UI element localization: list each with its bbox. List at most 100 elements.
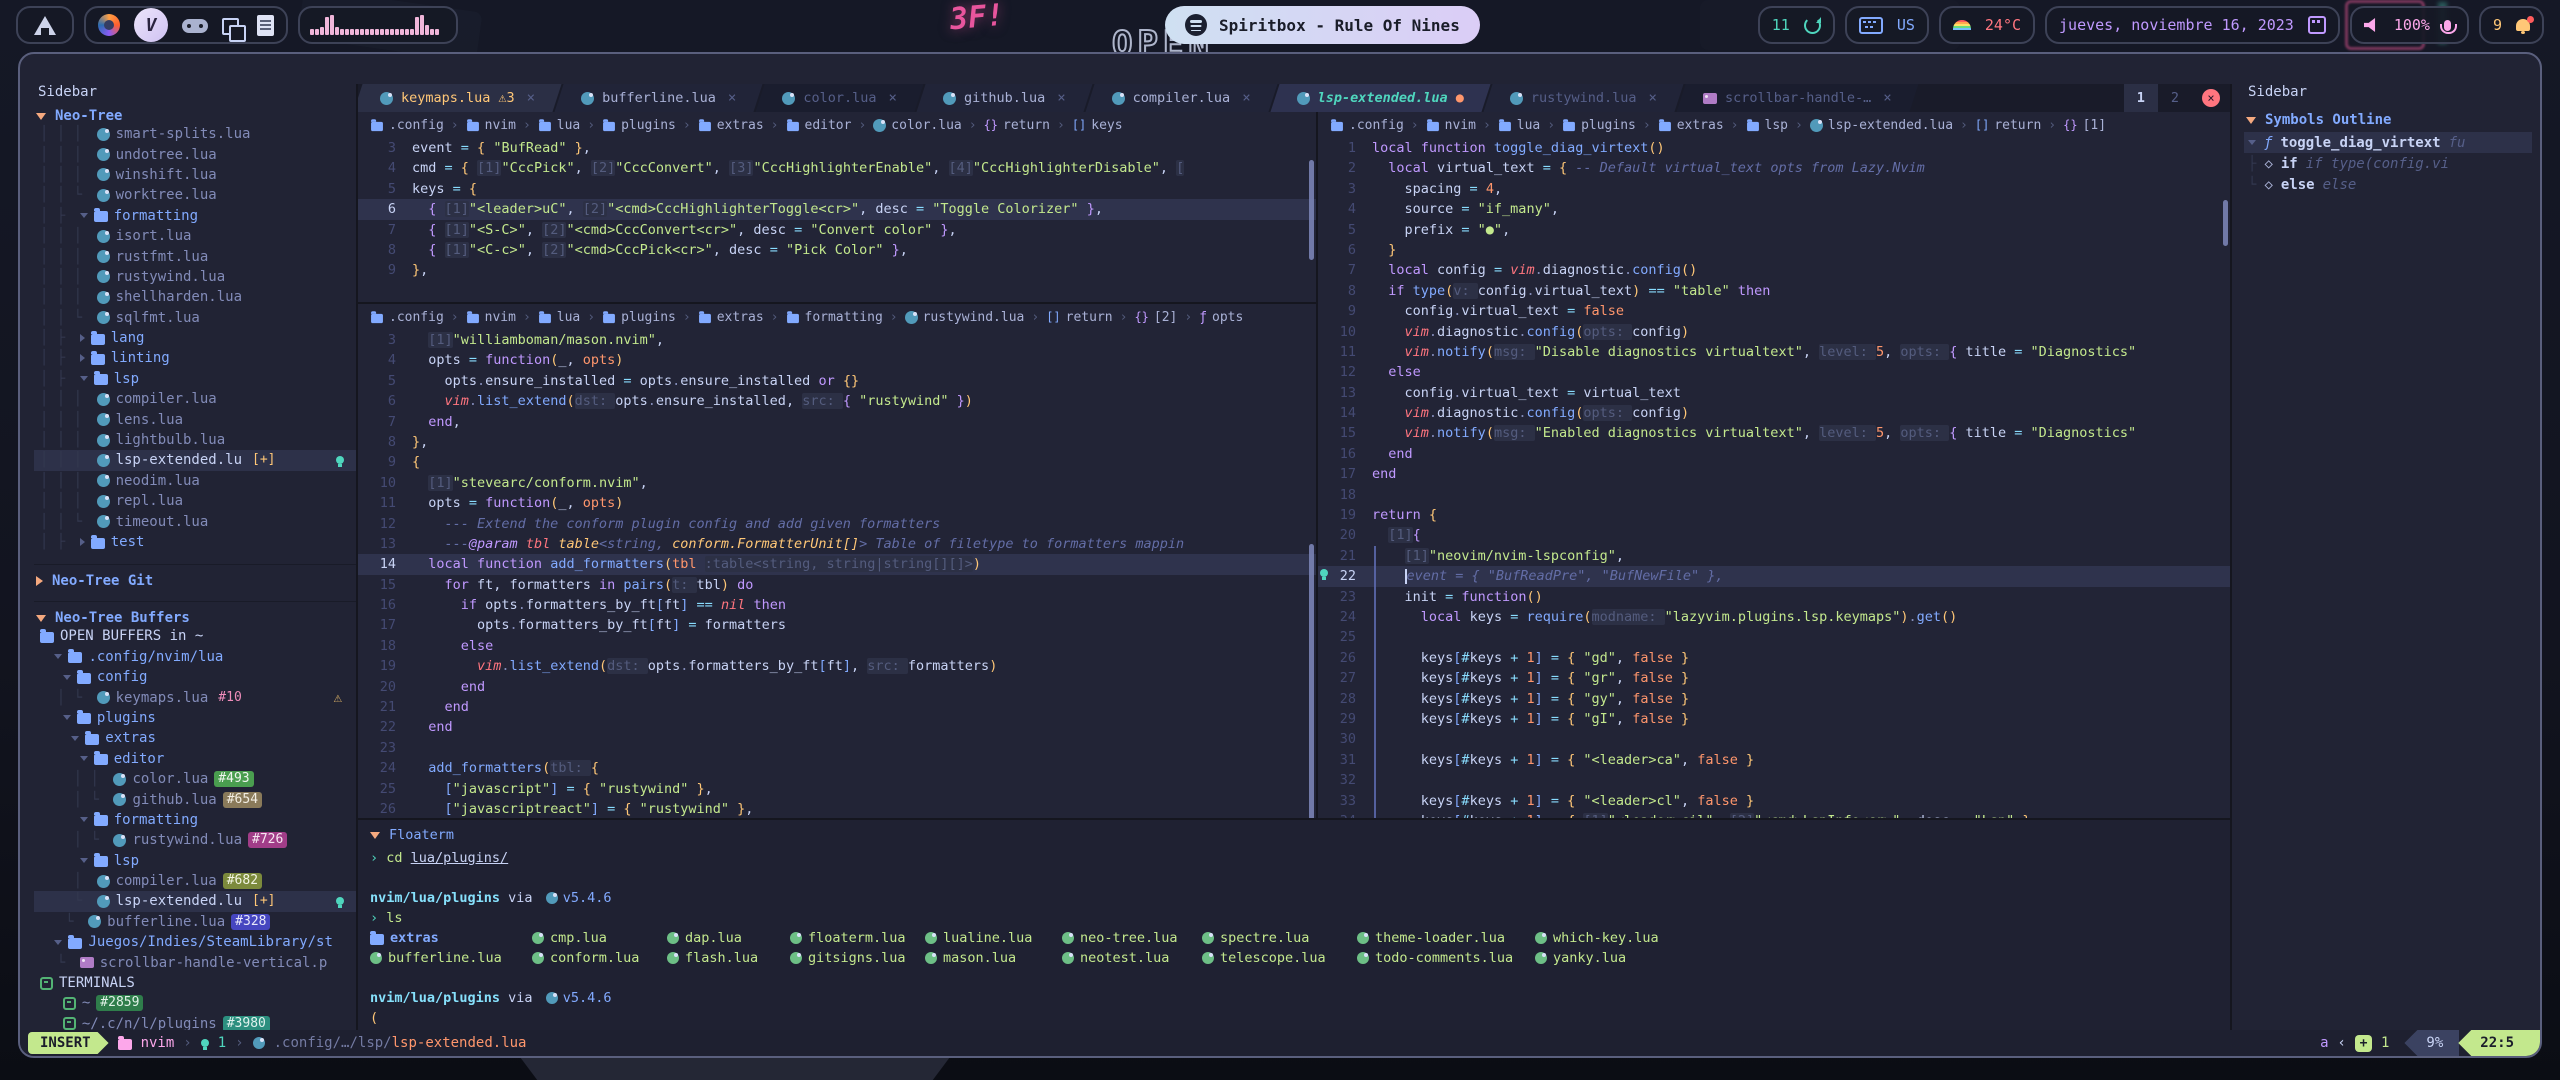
tree-item[interactable]: │ │ │ undotree.lua (34, 144, 356, 164)
tab-keymaps-lua[interactable]: keymaps.lua⚠3× (358, 84, 557, 112)
windows-icon[interactable] (222, 18, 239, 35)
file-listing-item[interactable]: theme-loader.lua (1357, 930, 1535, 946)
close-icon[interactable]: × (1238, 90, 1250, 106)
file-listing-item[interactable]: yanky.lua (1535, 950, 2230, 966)
file-listing-item[interactable]: flash.lua (667, 950, 790, 966)
tree-item[interactable]: │ ├ linting (34, 348, 356, 368)
code-line[interactable]: 12 --- Extend the conform plugin config … (358, 514, 1316, 534)
code-line[interactable]: 21 [1]"neovim/nvim-lspconfig", (1318, 546, 2230, 566)
file-listing-item[interactable]: extras (370, 930, 532, 946)
close-all-button[interactable]: × (2202, 89, 2220, 107)
neo-tree-section-header[interactable]: Neo-Tree (34, 108, 356, 124)
code-line[interactable]: 3 spacing = 4, (1318, 179, 2230, 199)
code-line[interactable]: 30 (1318, 729, 2230, 749)
code-line[interactable]: 11 vim.notify(msg: "Disable diagnostics … (1318, 342, 2230, 362)
tree-item[interactable]: │ │ │ rustfmt.lua (34, 246, 356, 266)
file-listing-item[interactable]: cmp.lua (532, 930, 667, 946)
tree-item[interactable]: │ └ github.lua#654 (34, 789, 356, 809)
tree-item[interactable]: ~/.c/n/l/plugins#3980 (34, 1014, 356, 1030)
tree-item[interactable]: │ │ │ compiler.lua (34, 389, 356, 409)
code-line[interactable]: 15 vim.notify(msg: "Enabled diagnostics … (1318, 423, 2230, 443)
code-line[interactable]: 20 end (358, 677, 1316, 697)
tree-item[interactable]: OPEN BUFFERS in ~ (34, 626, 356, 646)
code-line[interactable]: 31 keys[#keys + 1] = { "<leader>ca", fal… (1318, 750, 2230, 770)
file-listing-item[interactable]: neotest.lua (1062, 950, 1202, 966)
code-line[interactable]: 10 [1]"stevearc/conform.nvim", (358, 473, 1316, 493)
tree-item[interactable]: config (34, 667, 356, 687)
file-listing-item[interactable]: mason.lua (925, 950, 1062, 966)
tree-item[interactable]: Juegos/Indies/SteamLibrary/st (34, 932, 356, 952)
now-playing-widget[interactable]: Spiritbox - Rule Of Nines (1165, 6, 1480, 44)
neo-tree-buffers-section-header[interactable]: Neo-Tree Buffers (34, 601, 356, 626)
tab-color-lua[interactable]: color.lua× (760, 84, 919, 112)
code-line[interactable]: 26 keys[#keys + 1] = { "gd", false } (1318, 648, 2230, 668)
code-line[interactable]: 6 { [1]"<leader>uC", [2]"<cmd>CccHighlig… (358, 199, 1316, 219)
tree-item[interactable]: plugins (34, 708, 356, 728)
code-line[interactable]: 8}, (358, 432, 1316, 452)
clock-widget[interactable]: jueves, noviembre 16, 2023 (2045, 6, 2340, 44)
tab-github-lua[interactable]: github.lua× (921, 84, 1088, 112)
tree-item[interactable]: │ ├ test (34, 532, 356, 552)
code-line[interactable]: 9{ (358, 452, 1316, 472)
gamepad-icon[interactable] (182, 19, 208, 33)
code-line[interactable]: 8 if type(v: config.virtual_text) == "ta… (1318, 281, 2230, 301)
outline-item[interactable]: ├◇ifif type(config.vi (2244, 153, 2532, 174)
code-line[interactable]: 16 end (1318, 444, 2230, 464)
notifications-widget[interactable]: 9 (2479, 6, 2544, 44)
close-icon[interactable]: × (885, 90, 897, 106)
file-listing-item[interactable]: bufferline.lua (370, 950, 532, 966)
code-line[interactable]: 5 prefix = "●", (1318, 220, 2230, 240)
editor-color-lua[interactable]: .config›nvim›lua›plugins›extras›editor›c… (358, 112, 1316, 304)
editor-rustywind-lua[interactable]: .config›nvim›lua›plugins›extras›formatti… (358, 304, 1316, 818)
code-line[interactable]: 9}, (358, 260, 1316, 280)
tree-item[interactable]: │ ├ lang (34, 328, 356, 348)
firefox-icon[interactable] (98, 14, 120, 36)
updates-widget[interactable]: 11 (1758, 6, 1835, 44)
tree-item[interactable]: │ │ └ sqlfmt.lua (34, 308, 356, 328)
tree-item[interactable]: │ │ │ shellharden.lua (34, 287, 356, 307)
file-listing-item[interactable]: which-key.lua (1535, 930, 2230, 946)
code-line[interactable]: 22 end (358, 717, 1316, 737)
file-listing-item[interactable]: conform.lua (532, 950, 667, 966)
code-line[interactable]: 5keys = { (358, 179, 1316, 199)
floaterm-header[interactable]: Floaterm (370, 824, 2230, 846)
code-line[interactable]: 8 { [1]"<C-c>", [2]"<cmd>CccPick<cr>", d… (358, 240, 1316, 260)
tree-item[interactable]: │ │ │ smart-splits.lua (34, 124, 356, 144)
code-line[interactable]: 17 opts.formatters_by_ft[ft] = formatter… (358, 615, 1316, 635)
tree-item[interactable]: └ lsp-extended.lu[+] (34, 891, 356, 911)
tree-item[interactable]: │ │ │ lightbulb.lua (34, 430, 356, 450)
code-line[interactable]: 22 event = { "BufReadPre", "BufNewFile" … (1318, 566, 2230, 586)
scrollbar-handle[interactable] (2223, 200, 2228, 246)
file-listing-item[interactable]: gitsigns.lua (790, 950, 925, 966)
tree-item[interactable]: │ ├ lsp (34, 369, 356, 389)
audio-widget[interactable]: 100% (2350, 6, 2469, 44)
tree-item[interactable]: │ │ └ timeout.lua (34, 511, 356, 531)
neo-tree-git-section-header[interactable]: Neo-Tree Git (34, 564, 356, 589)
code-line[interactable]: 18 (1318, 485, 2230, 505)
code-line[interactable]: 10 vim.diagnostic.config(opts: config) (1318, 322, 2230, 342)
code-line[interactable]: 26 ["javascriptreact"] = { "rustywind" }… (358, 799, 1316, 818)
tree-item[interactable]: ~#2859 (34, 993, 356, 1013)
code-line[interactable]: 32 (1318, 770, 2230, 790)
tree-item[interactable]: formatting (34, 810, 356, 830)
code-line[interactable]: 7 end, (358, 412, 1316, 432)
code-line[interactable]: 23 init = function() (1318, 587, 2230, 607)
file-listing-item[interactable]: dap.lua (667, 930, 790, 946)
close-icon[interactable]: × (724, 90, 736, 106)
code-line[interactable]: 34 keys[#keys + 1] = { [1]"<leader>cil",… (1318, 811, 2230, 818)
keyboard-layout-widget[interactable]: US (1845, 6, 1929, 44)
tree-item[interactable]: │ │ │ rustywind.lua (34, 267, 356, 287)
code-line[interactable]: 3 [1]"williamboman/mason.nvim", (358, 330, 1316, 350)
neovim-icon[interactable] (134, 8, 168, 42)
code-line[interactable]: 24 local keys = require(modname: "lazyvi… (1318, 607, 2230, 627)
tab-compiler-lua[interactable]: compiler.lua× (1090, 84, 1273, 112)
tab-lsp-extended-lua[interactable]: lsp-extended.lua● (1275, 84, 1486, 112)
tree-item[interactable]: editor (34, 749, 356, 769)
code-line[interactable]: 18 else (358, 636, 1316, 656)
code-line[interactable]: 6 vim.list_extend(dst: opts.ensure_insta… (358, 391, 1316, 411)
close-icon[interactable]: × (1879, 90, 1891, 106)
scrollbar-handle[interactable] (1309, 160, 1314, 260)
code-line[interactable]: 25 ["javascript"] = { "rustywind" }, (358, 779, 1316, 799)
tree-item[interactable]: └ bufferline.lua#328 (34, 912, 356, 932)
close-icon[interactable]: × (523, 90, 535, 106)
